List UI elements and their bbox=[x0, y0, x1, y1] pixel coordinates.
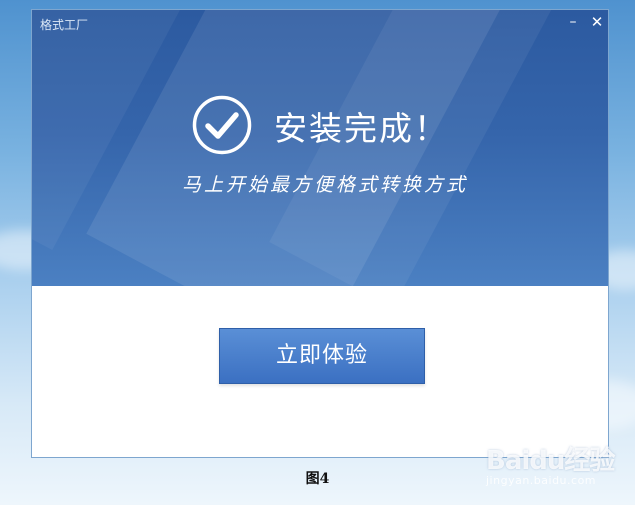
try-now-button[interactable]: 立即体验 bbox=[219, 328, 425, 384]
minimize-button[interactable]: – bbox=[563, 12, 583, 32]
baidu-watermark: Baidu经验 jingyan.baidu.com bbox=[486, 436, 626, 494]
check-circle-icon bbox=[192, 95, 252, 155]
completion-subtitle: 马上开始最方便格式转换方式 bbox=[182, 174, 469, 196]
watermark-brand: Baidu经验 bbox=[486, 446, 615, 476]
close-button[interactable]: ✕ bbox=[587, 12, 607, 32]
completion-heading: 安装完成！ bbox=[274, 109, 449, 148]
installer-window: 格式工厂 – ✕ 安装完成！ 马上开始最方便格式转换方式 立即体验 bbox=[31, 9, 609, 458]
completion-banner: 格式工厂 – ✕ 安装完成！ 马上开始最方便格式转换方式 bbox=[32, 10, 608, 286]
window-title: 格式工厂 bbox=[40, 18, 89, 32]
watermark-url: jingyan.baidu.com bbox=[486, 474, 597, 487]
